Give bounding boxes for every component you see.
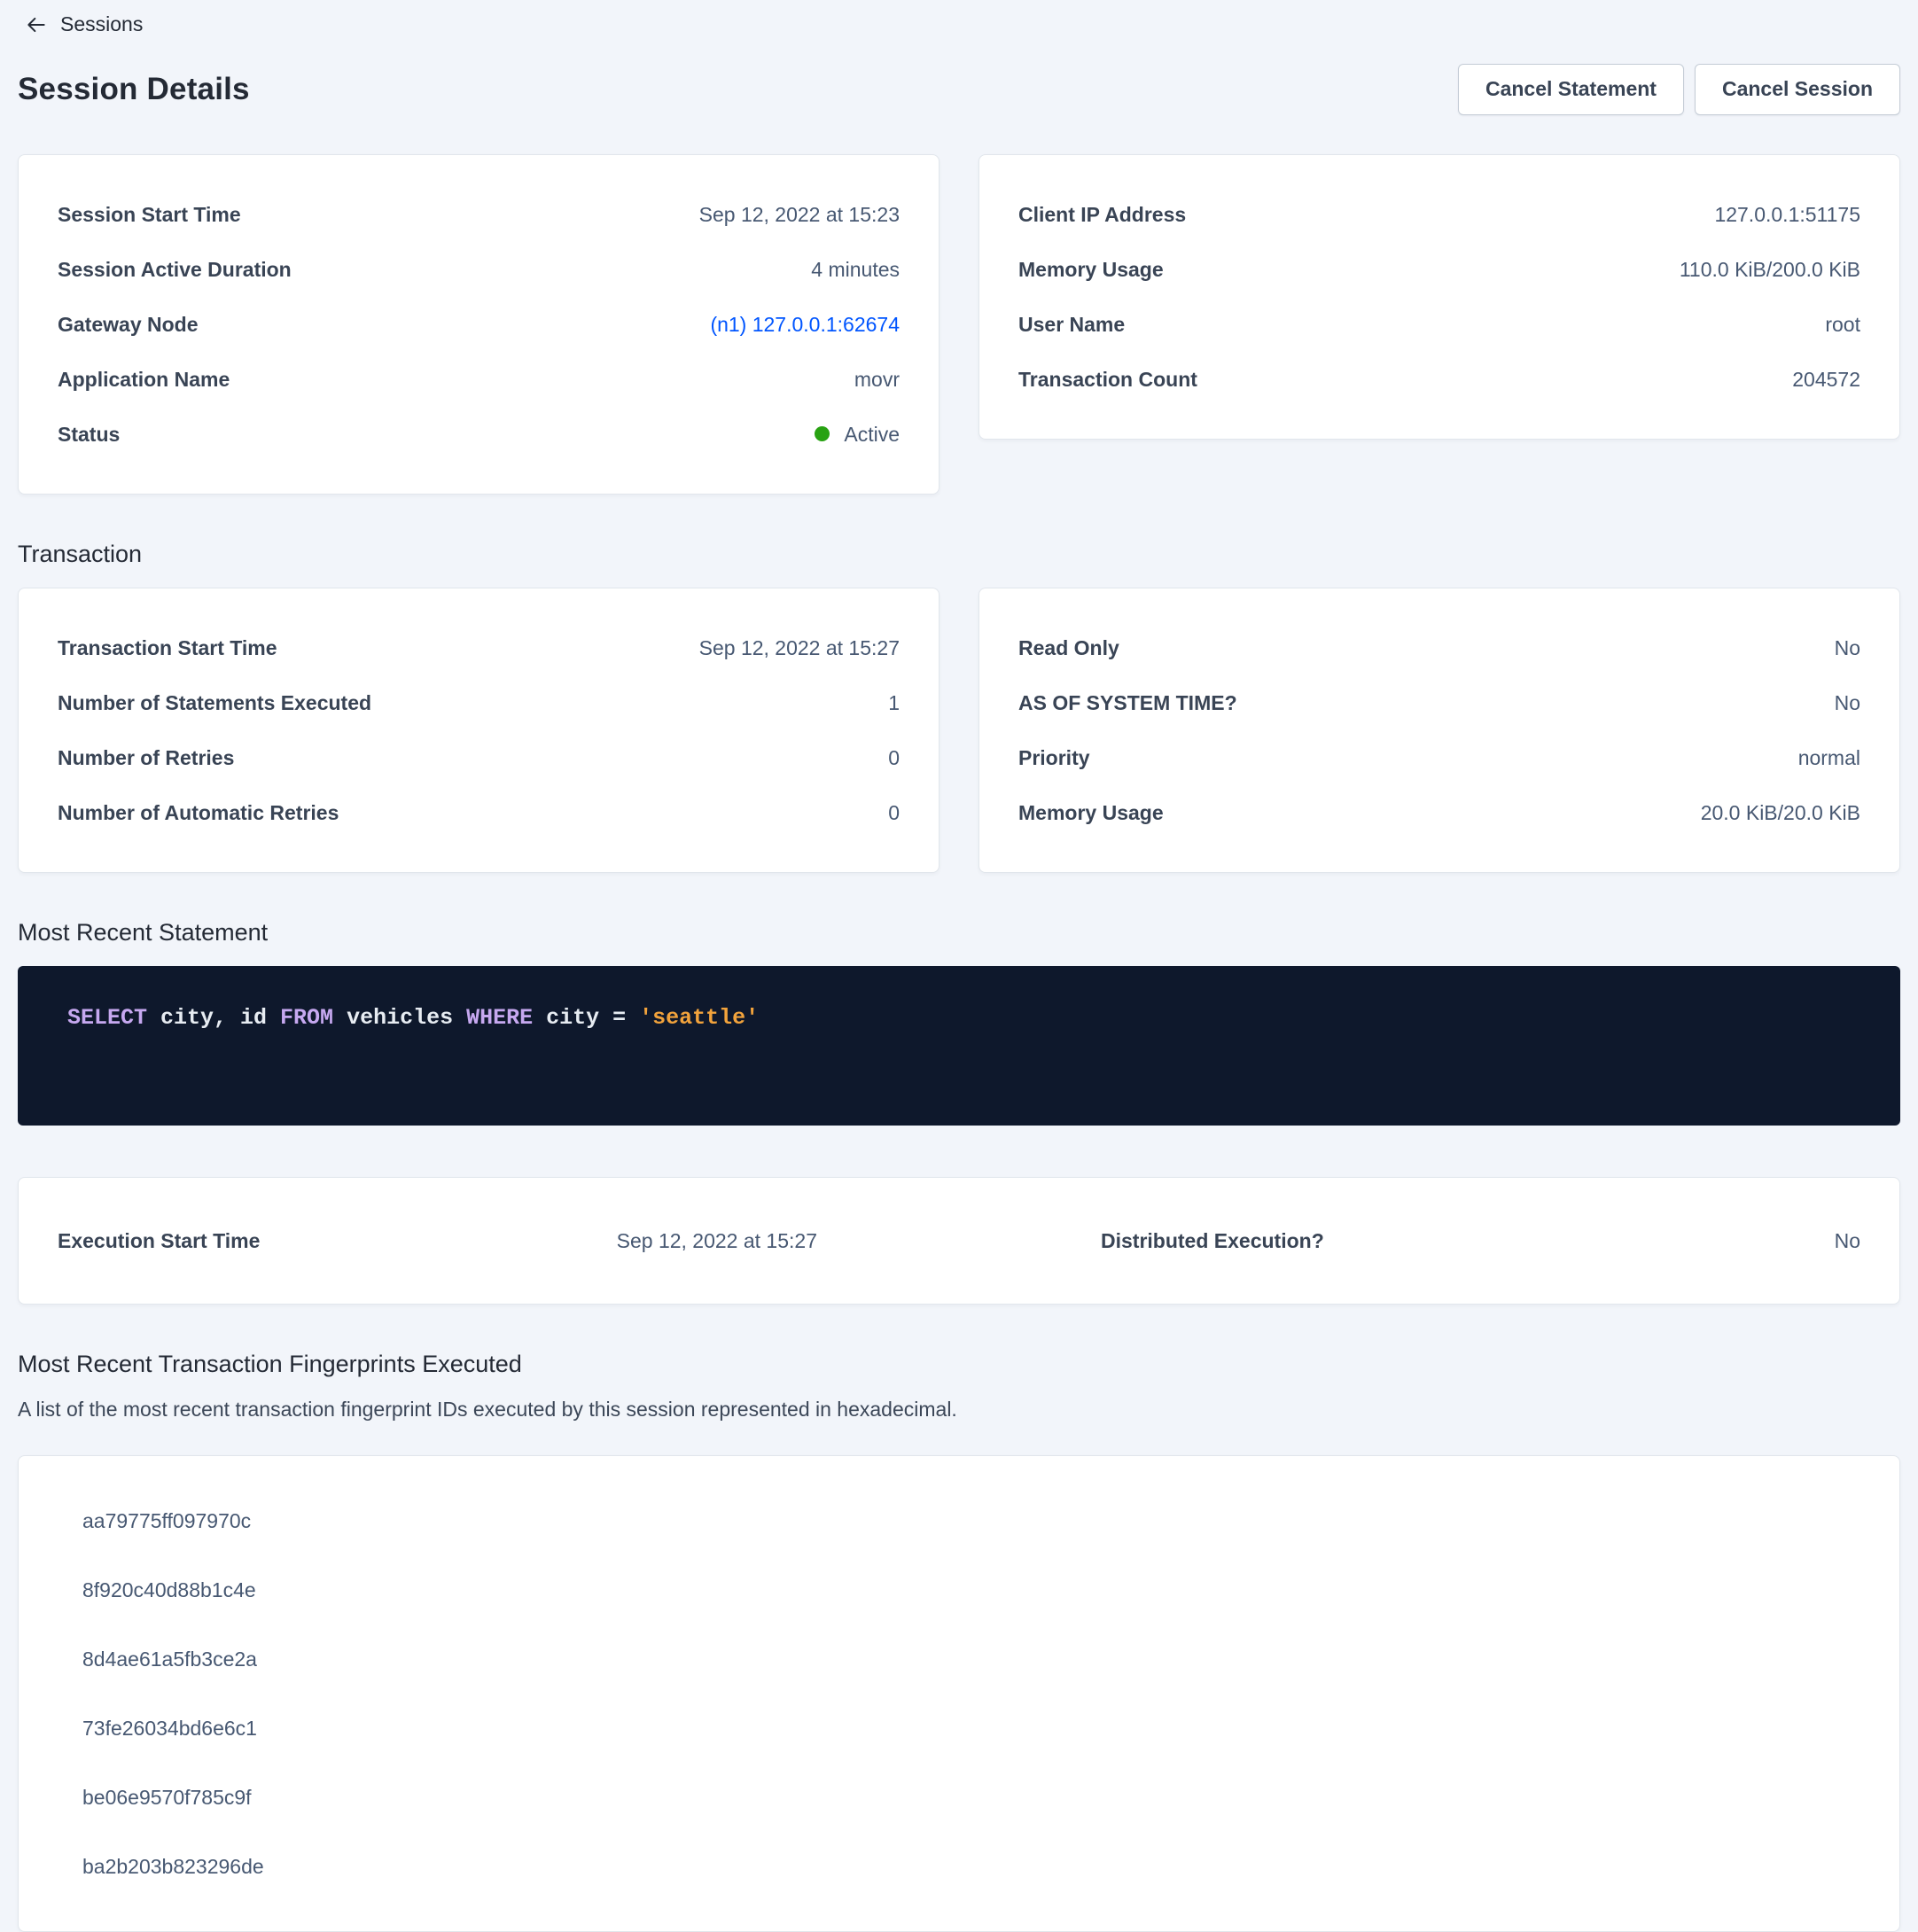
status-active-dot-icon: [815, 426, 830, 441]
memory-usage-value: 110.0 KiB/200.0 KiB: [1680, 254, 1860, 284]
transaction-section-title: Transaction: [18, 541, 1900, 568]
session-summary-card-left: Session Start Time Sep 12, 2022 at 15:23…: [18, 154, 940, 495]
gateway-node-row: Gateway Node (n1) 127.0.0.1:62674: [58, 309, 900, 339]
txn-statements-executed-value: 1: [888, 688, 900, 718]
txn-auto-retries-value: 0: [888, 798, 900, 828]
txn-memory-usage-label: Memory Usage: [1018, 798, 1164, 828]
sql-token-string: 'seattle': [639, 1005, 759, 1031]
sql-statement-box: SELECT city, id FROM vehicles WHERE city…: [18, 966, 1900, 1126]
txn-auto-retries-label: Number of Automatic Retries: [58, 798, 339, 828]
title-row: Session Details Cancel Statement Cancel …: [18, 64, 1900, 115]
gateway-node-link[interactable]: (n1) 127.0.0.1:62674: [710, 309, 900, 339]
session-start-time-label: Session Start Time: [58, 199, 241, 230]
txn-retries-row: Number of Retries 0: [58, 743, 900, 773]
txn-start-time-row: Transaction Start Time Sep 12, 2022 at 1…: [58, 633, 900, 663]
distributed-execution-row: Distributed Execution? No: [1101, 1226, 1860, 1256]
sql-token-plain: city =: [533, 1005, 639, 1031]
txn-retries-label: Number of Retries: [58, 743, 234, 773]
txn-read-only-label: Read Only: [1018, 633, 1119, 663]
status-badge: Active: [815, 419, 900, 449]
session-summary-grid: Session Start Time Sep 12, 2022 at 15:23…: [18, 154, 1900, 495]
sql-token-plain: vehicles: [333, 1005, 466, 1031]
memory-usage-label: Memory Usage: [1018, 254, 1164, 284]
txn-aost-label: AS OF SYSTEM TIME?: [1018, 688, 1237, 718]
client-ip-row: Client IP Address 127.0.0.1:51175: [1018, 199, 1860, 230]
execution-start-time-value: Sep 12, 2022 at 15:27: [617, 1226, 817, 1256]
txn-priority-value: normal: [1798, 743, 1860, 773]
fingerprints-section-description: A list of the most recent transaction fi…: [18, 1398, 1900, 1422]
txn-auto-retries-row: Number of Automatic Retries 0: [58, 798, 900, 828]
txn-statements-executed-row: Number of Statements Executed 1: [58, 688, 900, 718]
fingerprints-card: aa79775ff097970c 8f920c40d88b1c4e 8d4ae6…: [18, 1455, 1900, 1932]
sql-token-keyword: FROM: [280, 1005, 333, 1031]
txn-aost-value: No: [1835, 688, 1860, 718]
page-title: Session Details: [18, 72, 250, 107]
execution-start-time-row: Execution Start Time Sep 12, 2022 at 15:…: [58, 1226, 817, 1256]
user-name-value: root: [1825, 309, 1860, 339]
transaction-grid: Transaction Start Time Sep 12, 2022 at 1…: [18, 588, 1900, 873]
client-ip-label: Client IP Address: [1018, 199, 1186, 230]
fingerprints-section-title: Most Recent Transaction Fingerprints Exe…: [18, 1351, 1900, 1378]
session-details-page: Sessions Session Details Cancel Statemen…: [0, 0, 1918, 1932]
most-recent-statement-title: Most Recent Statement: [18, 919, 1900, 947]
fingerprint-id: 8d4ae61a5fb3ce2a: [58, 1644, 1860, 1674]
transaction-card-left: Transaction Start Time Sep 12, 2022 at 1…: [18, 588, 940, 873]
txn-memory-usage-value: 20.0 KiB/20.0 KiB: [1701, 798, 1860, 828]
status-label: Status: [58, 419, 120, 449]
txn-start-time-label: Transaction Start Time: [58, 633, 277, 663]
distributed-execution-label: Distributed Execution?: [1101, 1226, 1324, 1256]
session-active-duration-row: Session Active Duration 4 minutes: [58, 254, 900, 284]
txn-memory-usage-row: Memory Usage 20.0 KiB/20.0 KiB: [1018, 798, 1860, 828]
back-arrow-icon: [25, 13, 48, 36]
fingerprint-id: 73fe26034bd6e6c1: [58, 1713, 1860, 1743]
user-name-row: User Name root: [1018, 309, 1860, 339]
action-buttons: Cancel Statement Cancel Session: [1458, 64, 1900, 115]
txn-aost-row: AS OF SYSTEM TIME? No: [1018, 688, 1860, 718]
sql-token-keyword: WHERE: [466, 1005, 533, 1031]
transaction-card-right: Read Only No AS OF SYSTEM TIME? No Prior…: [978, 588, 1900, 873]
application-name-label: Application Name: [58, 364, 230, 394]
txn-retries-value: 0: [888, 743, 900, 773]
sql-statement-text: SELECT city, id FROM vehicles WHERE city…: [67, 1003, 1851, 1033]
cancel-statement-button[interactable]: Cancel Statement: [1458, 64, 1684, 115]
session-active-duration-label: Session Active Duration: [58, 254, 292, 284]
txn-priority-row: Priority normal: [1018, 743, 1860, 773]
fingerprint-id: 8f920c40d88b1c4e: [58, 1575, 1860, 1605]
sql-token-plain: city, id: [147, 1005, 280, 1031]
distributed-execution-value: No: [1835, 1226, 1860, 1256]
memory-usage-row: Memory Usage 110.0 KiB/200.0 KiB: [1018, 254, 1860, 284]
txn-read-only-value: No: [1835, 633, 1860, 663]
client-ip-value: 127.0.0.1:51175: [1714, 199, 1860, 230]
fingerprint-id: be06e9570f785c9f: [58, 1782, 1860, 1812]
session-summary-card-right: Client IP Address 127.0.0.1:51175 Memory…: [978, 154, 1900, 440]
cancel-session-button[interactable]: Cancel Session: [1695, 64, 1900, 115]
execution-card: Execution Start Time Sep 12, 2022 at 15:…: [18, 1177, 1900, 1305]
fingerprint-id: aa79775ff097970c: [58, 1506, 1860, 1536]
transaction-count-row: Transaction Count 204572: [1018, 364, 1860, 394]
application-name-row: Application Name movr: [58, 364, 900, 394]
sql-token-keyword: SELECT: [67, 1005, 147, 1031]
status-value: Active: [844, 419, 900, 449]
session-start-time-row: Session Start Time Sep 12, 2022 at 15:23: [58, 199, 900, 230]
transaction-count-label: Transaction Count: [1018, 364, 1197, 394]
application-name-value: movr: [854, 364, 900, 394]
execution-start-time-label: Execution Start Time: [58, 1226, 260, 1256]
breadcrumb-label: Sessions: [60, 12, 143, 36]
user-name-label: User Name: [1018, 309, 1125, 339]
session-active-duration-value: 4 minutes: [811, 254, 900, 284]
transaction-count-value: 204572: [1792, 364, 1860, 394]
txn-priority-label: Priority: [1018, 743, 1090, 773]
status-row: Status Active: [58, 419, 900, 450]
txn-read-only-row: Read Only No: [1018, 633, 1860, 663]
fingerprint-id: ba2b203b823296de: [58, 1851, 1860, 1881]
txn-statements-executed-label: Number of Statements Executed: [58, 688, 371, 718]
breadcrumb-back-sessions[interactable]: Sessions: [18, 9, 150, 40]
gateway-node-label: Gateway Node: [58, 309, 199, 339]
txn-start-time-value: Sep 12, 2022 at 15:27: [699, 633, 900, 663]
session-start-time-value: Sep 12, 2022 at 15:23: [699, 199, 900, 230]
